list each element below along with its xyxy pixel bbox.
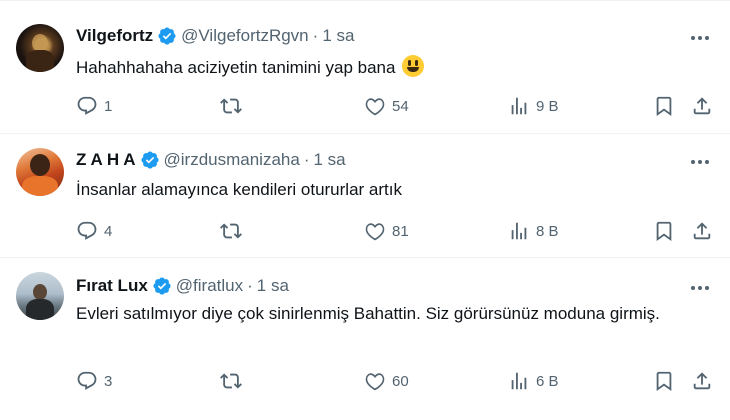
tweet-header: Fırat Lux @firatlux · 1 sa xyxy=(76,276,289,296)
bookmark-icon xyxy=(656,221,672,242)
views-count: 8 B xyxy=(536,222,559,240)
avatar[interactable] xyxy=(16,148,64,196)
tweet-header: Vilgefortz @VilgefortzRgvn · 1 sa xyxy=(76,26,354,46)
retweet-icon xyxy=(220,98,242,114)
avatar[interactable] xyxy=(16,24,64,72)
like-icon xyxy=(365,98,385,116)
verified-badge-icon xyxy=(153,277,171,295)
reply-icon xyxy=(77,371,97,390)
share-icon xyxy=(693,222,711,240)
tweet-text-content: Hahahhahaha aciziyetin tanimini yap bana xyxy=(76,58,396,77)
reply-icon xyxy=(77,96,97,115)
bookmark-icon xyxy=(656,96,672,117)
views-icon xyxy=(511,222,527,240)
timestamp[interactable]: 1 sa xyxy=(257,276,289,296)
views-count: 6 B xyxy=(536,372,559,390)
avatar[interactable] xyxy=(16,272,64,320)
like-button[interactable]: 81 xyxy=(364,218,409,244)
tweet-2[interactable]: Z A H A @irzdusmanizaha · 1 sa İnsanlar … xyxy=(0,134,730,258)
reply-button[interactable]: 3 xyxy=(76,368,112,394)
bookmark-button[interactable] xyxy=(653,93,675,119)
separator: · xyxy=(247,276,253,295)
display-name[interactable]: Z A H A xyxy=(76,150,136,170)
share-icon xyxy=(693,97,711,115)
reply-button[interactable]: 4 xyxy=(76,218,112,244)
views-count: 9 B xyxy=(536,97,559,115)
views-button[interactable]: 9 B xyxy=(508,93,559,119)
views-button[interactable]: 6 B xyxy=(508,368,559,394)
views-button[interactable]: 8 B xyxy=(508,218,559,244)
handle[interactable]: @firatlux xyxy=(176,276,243,296)
display-name[interactable]: Vilgefortz xyxy=(76,26,153,46)
tweet-actions: 3 60 6 B xyxy=(76,368,716,394)
reply-icon xyxy=(77,221,97,240)
share-button[interactable] xyxy=(691,368,713,394)
tweet-feed: Vilgefortz @VilgefortzRgvn · 1 sa Hahahh… xyxy=(0,0,730,420)
bookmark-button[interactable] xyxy=(653,218,675,244)
share-icon xyxy=(693,372,711,390)
bookmark-button[interactable] xyxy=(653,368,675,394)
more-icon[interactable] xyxy=(688,152,712,172)
like-icon xyxy=(365,373,385,391)
tweet-text: Evleri satılmıyor diye çok sinirlenmiş B… xyxy=(76,304,660,323)
display-name[interactable]: Fırat Lux xyxy=(76,276,148,296)
tweet-header: Z A H A @irzdusmanizaha · 1 sa xyxy=(76,150,346,170)
like-count: 60 xyxy=(392,372,409,390)
reply-button[interactable]: 1 xyxy=(76,93,112,119)
like-button[interactable]: 54 xyxy=(364,93,409,119)
retweet-button[interactable] xyxy=(220,218,248,244)
timestamp[interactable]: 1 sa xyxy=(322,26,354,46)
timestamp[interactable]: 1 sa xyxy=(314,150,346,170)
share-button[interactable] xyxy=(691,218,713,244)
retweet-button[interactable] xyxy=(220,368,248,394)
share-button[interactable] xyxy=(691,93,713,119)
reply-count: 4 xyxy=(104,222,113,240)
tweet-actions: 1 54 9 B xyxy=(76,93,716,119)
separator: · xyxy=(312,26,319,45)
like-icon xyxy=(365,223,385,241)
more-icon[interactable] xyxy=(688,28,712,48)
like-button[interactable]: 60 xyxy=(364,368,409,394)
views-icon xyxy=(511,372,527,390)
retweet-icon xyxy=(220,223,242,239)
tweet-text: İnsanlar alamayınca kendileri otururlar … xyxy=(76,180,402,199)
retweet-icon xyxy=(220,373,242,389)
tweet-actions: 4 81 8 B xyxy=(76,218,716,244)
like-count: 81 xyxy=(392,222,409,240)
tweet-1[interactable]: Vilgefortz @VilgefortzRgvn · 1 sa Hahahh… xyxy=(0,0,730,134)
verified-badge-icon xyxy=(140,151,159,169)
handle[interactable]: @VilgefortzRgvn xyxy=(181,26,309,46)
separator: · xyxy=(303,150,310,169)
handle[interactable]: @irzdusmanizaha xyxy=(164,150,300,170)
grinning-face-icon xyxy=(402,55,425,77)
tweet-text: Hahahhahaha aciziyetin tanimini yap bana xyxy=(76,55,696,80)
more-icon[interactable] xyxy=(688,278,712,298)
reply-count: 3 xyxy=(104,372,113,390)
bookmark-icon xyxy=(656,371,672,392)
like-count: 54 xyxy=(392,97,409,115)
reply-count: 1 xyxy=(104,97,113,115)
verified-badge-icon xyxy=(158,27,176,45)
views-icon xyxy=(511,97,527,115)
tweet-3[interactable]: Fırat Lux @firatlux · 1 sa Evleri satılm… xyxy=(0,258,730,408)
retweet-button[interactable] xyxy=(220,93,248,119)
